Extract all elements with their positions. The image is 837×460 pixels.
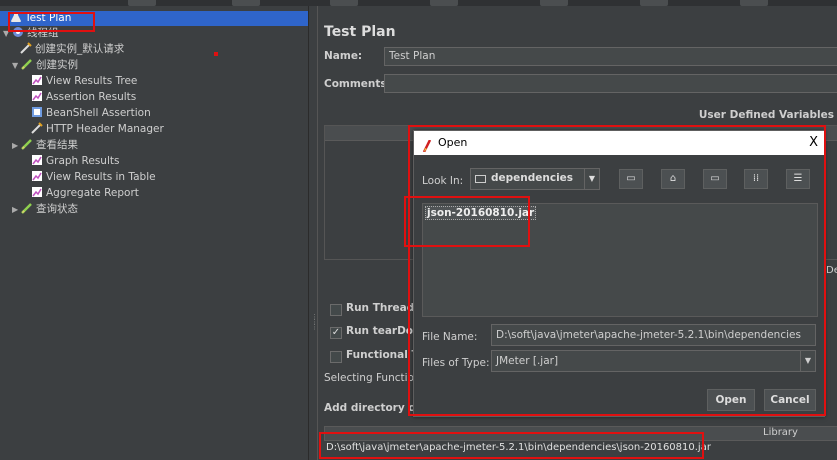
assert-icon: [31, 106, 43, 118]
home-button[interactable]: ⌂: [661, 169, 685, 189]
library-column-header: Library: [763, 427, 798, 438]
test-plan-tree: Test Plan ▼ 线程组 创建实例_默认请求 ▼ 创建实例 View Re…: [0, 6, 308, 460]
file-type-label: Files of Type:: [422, 357, 490, 369]
tree-item-assertion-results[interactable]: Assertion Results: [31, 90, 136, 105]
close-icon[interactable]: X: [809, 131, 818, 155]
cancel-button[interactable]: Cancel: [764, 389, 816, 411]
chevron-down-icon[interactable]: ▼: [3, 26, 12, 41]
look-in-label: Look In:: [422, 175, 464, 187]
comments-label: Comments:: [324, 78, 391, 90]
name-input[interactable]: Test Plan: [384, 47, 837, 66]
tree-item-query-status[interactable]: ▶ 查询状态: [12, 202, 78, 217]
file-list[interactable]: json-20160810.jar: [422, 203, 818, 317]
chevron-down-icon[interactable]: ▼: [12, 58, 21, 73]
tree-item-label: 创建实例_默认请求: [35, 43, 125, 55]
tree-item-label: View Results Tree: [46, 75, 138, 87]
wrench-icon: [31, 122, 43, 134]
tree-item-label: 线程组: [27, 27, 59, 39]
tree-item-default-request[interactable]: 创建实例_默认请求: [20, 42, 124, 57]
selecting-functional-note: Selecting Functiona: [324, 372, 428, 384]
tree-item-thread-group[interactable]: ▼ 线程组: [3, 26, 59, 41]
classpath-entry[interactable]: D:\soft\java\jmeter\apache-jmeter-5.2.1\…: [326, 442, 711, 453]
tree-item-label: 查看结果: [36, 139, 78, 151]
divider-grip-icon[interactable]: ⋮⋮⋮: [311, 314, 318, 331]
tree-item-view-results-tree[interactable]: View Results Tree: [31, 74, 137, 89]
name-label: Name:: [324, 50, 363, 62]
list-view-button[interactable]: ⁞⁞: [744, 169, 768, 189]
wrench-icon: [20, 42, 32, 54]
run-thread-groups-checkbox[interactable]: [330, 304, 342, 316]
chart-icon: [31, 186, 43, 198]
delete-button-partial[interactable]: De: [826, 262, 837, 280]
file-type-select[interactable]: JMeter [.jar] ▼: [491, 350, 816, 372]
dialog-title-bar[interactable]: Open X: [414, 131, 824, 155]
tree-item-label: Test Plan: [25, 12, 72, 24]
tree-item-label: 查询状态: [36, 203, 78, 215]
functional-test-checkbox[interactable]: [330, 351, 342, 363]
tree-item-label: Graph Results: [46, 155, 120, 167]
chevron-right-icon[interactable]: ▶: [12, 202, 21, 217]
chart-icon: [31, 90, 43, 102]
chevron-down-icon[interactable]: ▼: [584, 169, 599, 189]
chevron-right-icon[interactable]: ▶: [12, 138, 21, 153]
file-type-value: JMeter [.jar]: [496, 355, 559, 367]
file-name-input[interactable]: D:\soft\java\jmeter\apache-jmeter-5.2.1\…: [491, 324, 816, 346]
new-folder-button[interactable]: ▭: [703, 169, 727, 189]
tree-item-aggregate-report[interactable]: Aggregate Report: [31, 186, 139, 201]
file-name-label: File Name:: [422, 331, 478, 343]
tree-item-beanshell-assertion[interactable]: BeanShell Assertion: [31, 106, 151, 121]
chevron-down-icon[interactable]: ▼: [800, 351, 815, 371]
details-view-button[interactable]: ☰: [786, 169, 810, 189]
pen-icon: [21, 58, 33, 70]
tree-item-view-results[interactable]: ▶ 查看结果: [12, 138, 78, 153]
tree-item-http-header-manager[interactable]: HTTP Header Manager: [31, 122, 164, 137]
chart-icon: [31, 154, 43, 166]
open-button[interactable]: Open: [707, 389, 755, 411]
tree-item-label: View Results in Table: [46, 171, 156, 183]
tree-item-test-plan[interactable]: Test Plan: [0, 11, 308, 26]
pen-icon: [21, 138, 33, 150]
run-teardown-checkbox[interactable]: ✓: [330, 327, 342, 339]
library-table-header: Library: [324, 426, 837, 441]
folder-icon: [475, 175, 486, 183]
open-file-dialog: Open X Look In: dependencies ▼ ▭ ⌂ ▭ ⁞⁞ …: [413, 130, 825, 417]
feather-icon: [422, 137, 432, 153]
comments-input[interactable]: [384, 74, 837, 93]
tree-item-label: Aggregate Report: [46, 187, 139, 199]
tree-item-label: Assertion Results: [46, 91, 137, 103]
chart-icon: [31, 170, 43, 182]
dialog-title: Open: [438, 136, 468, 149]
flask-icon: [10, 11, 22, 23]
up-folder-button[interactable]: ▭: [619, 169, 643, 189]
look-in-value: dependencies: [491, 172, 574, 184]
chart-icon: [31, 74, 43, 86]
tree-item-label: 创建实例: [36, 59, 78, 71]
gear-icon: [12, 26, 24, 38]
tree-item-create-instance[interactable]: ▼ 创建实例: [12, 58, 78, 73]
tree-item-view-results-in-table[interactable]: View Results in Table: [31, 170, 156, 185]
tree-item-graph-results[interactable]: Graph Results: [31, 154, 119, 169]
tree-item-label: HTTP Header Manager: [46, 123, 164, 135]
user-defined-variables-label: User Defined Variables: [698, 109, 834, 121]
tree-item-label: BeanShell Assertion: [46, 107, 151, 119]
red-dot-marker: [214, 52, 218, 56]
page-title: Test Plan: [324, 24, 396, 40]
pen-icon: [21, 202, 33, 214]
look-in-select[interactable]: dependencies ▼: [470, 168, 600, 190]
file-item[interactable]: json-20160810.jar: [425, 206, 537, 220]
